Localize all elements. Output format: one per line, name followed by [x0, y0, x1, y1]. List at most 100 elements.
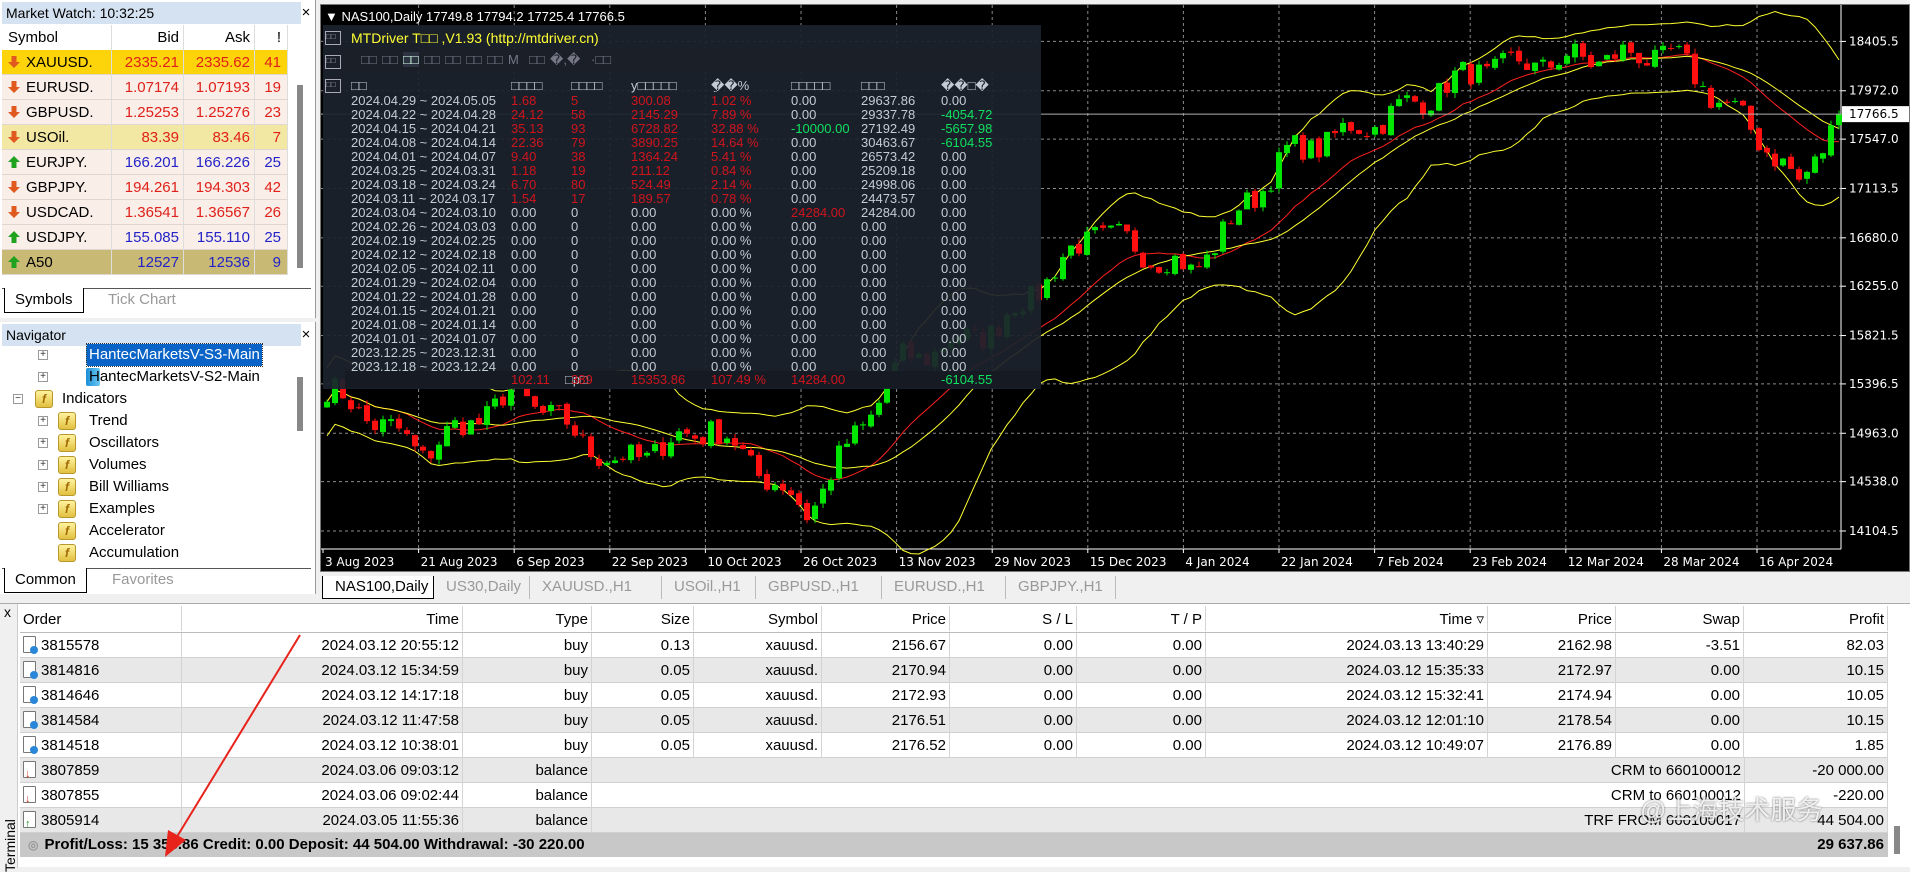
- scrollbar[interactable]: [297, 377, 303, 431]
- candle-body: [764, 474, 770, 490]
- order-icon: [23, 736, 38, 754]
- column-header[interactable]: Symbol: [694, 606, 822, 631]
- table-row[interactable]: ↓ 3807855 2024.03.06 09:02:44 balance CRM to…: [20, 783, 1888, 808]
- chart-tab[interactable]: US30,Daily: [434, 576, 530, 599]
- candle-body: [1796, 169, 1802, 180]
- panel-toolbar-button[interactable]: □□: [382, 52, 398, 67]
- column-header[interactable]: Swap: [1616, 606, 1744, 631]
- symbol-row[interactable]: XAUUSD. 2335.21 2335.62 41: [2, 50, 288, 75]
- chart-tab[interactable]: GBPUSD.,H1: [756, 576, 882, 599]
- panel-toggle-icon[interactable]: □□: [325, 31, 341, 45]
- candle-body: [1212, 253, 1218, 255]
- tab-favorites[interactable]: Favorites: [102, 568, 184, 593]
- stats-cell: 2024.02.26 ~ 2024.03.03: [351, 219, 496, 234]
- candle-body: [1124, 224, 1130, 232]
- column-header[interactable]: S / L: [950, 606, 1077, 631]
- expand-icon[interactable]: +: [38, 350, 48, 360]
- panel-toolbar-button[interactable]: □□: [424, 52, 440, 67]
- navigator-item[interactable]: + HantecMarketsV-S2-Main: [0, 366, 295, 388]
- navigator-item[interactable]: + HantecMarketsV-S3-Main: [0, 343, 295, 367]
- panel-toggle-icon[interactable]: □□: [325, 55, 341, 69]
- symbol-row[interactable]: EURJPY. 166.201 166.226 25: [2, 150, 288, 175]
- panel-toolbar-button[interactable]: □□: [361, 52, 377, 67]
- bid-price: 1.25253: [112, 100, 184, 125]
- price-chart[interactable]: 18405.5 17972.0 17547.0 17113.5 16680.0 16255…: [320, 4, 1910, 572]
- column-header-ask[interactable]: Ask: [184, 25, 255, 50]
- summary-icon: ◎: [28, 838, 39, 852]
- navigator-item[interactable]: + f Oscillators: [0, 432, 295, 454]
- collapse-icon[interactable]: −: [13, 394, 23, 404]
- cell-value: 3814816: [41, 662, 100, 679]
- scrollbar[interactable]: [1894, 826, 1900, 854]
- column-header[interactable]: Time ▿: [1206, 606, 1488, 631]
- expand-icon[interactable]: +: [38, 504, 48, 514]
- scrollbar[interactable]: [297, 85, 303, 268]
- column-header[interactable]: Type: [463, 606, 592, 631]
- navigator-item[interactable]: + f Bill Williams: [0, 476, 295, 498]
- table-row[interactable]: ↓ 3807859 2024.03.06 09:03:12 balance CRM to…: [20, 758, 1888, 783]
- column-header[interactable]: Price: [1488, 606, 1616, 631]
- chart-tab[interactable]: EURUSD.,H1: [882, 576, 1006, 599]
- table-row[interactable]: 3814646 2024.03.12 14:17:18 buy 0.05 xauusd.…: [20, 683, 1888, 708]
- cell: -3.51: [1616, 633, 1744, 658]
- panel-toolbar-button[interactable]: □□: [403, 52, 419, 67]
- panel-toolbar-button[interactable]: ·□□: [591, 52, 611, 67]
- symbol-row[interactable]: GBPUSD. 1.25253 1.25276 23: [2, 100, 288, 125]
- navigator-item[interactable]: f Accumulation: [0, 542, 295, 564]
- column-header[interactable]: Order: [20, 606, 182, 631]
- expand-icon[interactable]: +: [38, 482, 48, 492]
- chart-tab[interactable]: GBPJPY.,H1: [1006, 576, 1116, 599]
- column-header[interactable]: Time: [182, 606, 463, 631]
- symbol-row[interactable]: USOil. 83.39 83.46 7: [2, 125, 288, 150]
- candle-body: [1188, 264, 1194, 270]
- navigator-item[interactable]: + f Trend: [0, 410, 295, 432]
- column-header-bid[interactable]: Bid: [112, 25, 184, 50]
- navigator-item[interactable]: + f Volumes: [0, 454, 295, 476]
- symbol-row[interactable]: EURUSD. 1.07174 1.07193 19: [2, 75, 288, 100]
- price-tick-label: 16680.0: [1849, 231, 1899, 245]
- table-row[interactable]: 3814816 2024.03.12 15:34:59 buy 0.05 xauusd.…: [20, 658, 1888, 683]
- table-row[interactable]: 3814584 2024.03.12 11:47:58 buy 0.05 xauusd.…: [20, 708, 1888, 733]
- chart-tab[interactable]: USOil.,H1: [662, 576, 756, 599]
- cell: 2162.98: [1488, 633, 1616, 658]
- panel-toggle-icon[interactable]: □□: [325, 79, 341, 93]
- close-icon[interactable]: ×: [299, 324, 313, 346]
- panel-toolbar-button[interactable]: �,�: [550, 52, 580, 68]
- expand-icon[interactable]: +: [38, 460, 48, 470]
- tab-common[interactable]: Common: [4, 568, 87, 593]
- symbol-row[interactable]: USDJPY. 155.085 155.110 25: [2, 225, 288, 250]
- chart-tab[interactable]: NAS100,Daily: [322, 576, 434, 599]
- close-icon[interactable]: ×: [299, 2, 313, 24]
- navigator-item[interactable]: f Accelerator: [0, 520, 295, 542]
- date-tick-label: 28 Mar 2024: [1663, 555, 1739, 569]
- candle-body: [1412, 96, 1418, 102]
- symbol-row[interactable]: USDCAD. 1.36541 1.36567 26: [2, 200, 288, 225]
- expand-icon[interactable]: +: [38, 372, 48, 382]
- column-header-spread[interactable]: !: [255, 25, 288, 50]
- column-header[interactable]: T / P: [1077, 606, 1206, 631]
- table-row[interactable]: ↑ 3805914 2024.03.05 11:55:36 balance TRF FR…: [20, 808, 1888, 833]
- tab-tick-chart[interactable]: Tick Chart: [98, 288, 186, 313]
- table-row[interactable]: 3814518 2024.03.12 10:38:01 buy 0.05 xauusd.…: [20, 733, 1888, 758]
- stats-cell: 1364.24: [631, 149, 678, 164]
- expand-icon[interactable]: +: [38, 416, 48, 426]
- column-header[interactable]: Price: [822, 606, 950, 631]
- panel-toolbar-button[interactable]: M: [508, 52, 519, 67]
- panel-toolbar-button[interactable]: □□: [466, 52, 482, 67]
- expand-icon[interactable]: +: [38, 438, 48, 448]
- symbol-row[interactable]: A50 12527 12536 9: [2, 250, 288, 275]
- panel-toolbar-button[interactable]: □□: [529, 52, 545, 67]
- chart-tab[interactable]: XAUUSD.,H1: [530, 576, 662, 599]
- column-header-symbol[interactable]: Symbol: [2, 25, 112, 50]
- panel-toolbar-button[interactable]: □□: [487, 52, 503, 67]
- tab-symbols[interactable]: Symbols: [4, 288, 84, 313]
- column-header[interactable]: Profit: [1744, 606, 1888, 631]
- navigator-item[interactable]: − f Indicators: [0, 388, 295, 410]
- symbol-row[interactable]: GBPJPY. 194.261 194.303 42: [2, 175, 288, 200]
- column-header[interactable]: Size: [592, 606, 694, 631]
- table-row[interactable]: 3815578 2024.03.12 20:55:12 buy 0.13 xauusd.…: [20, 633, 1888, 658]
- close-icon[interactable]: x: [4, 604, 11, 620]
- navigator-item[interactable]: + f Examples: [0, 498, 295, 520]
- panel-toolbar-button[interactable]: □□: [445, 52, 461, 67]
- candle-body: [1636, 52, 1642, 64]
